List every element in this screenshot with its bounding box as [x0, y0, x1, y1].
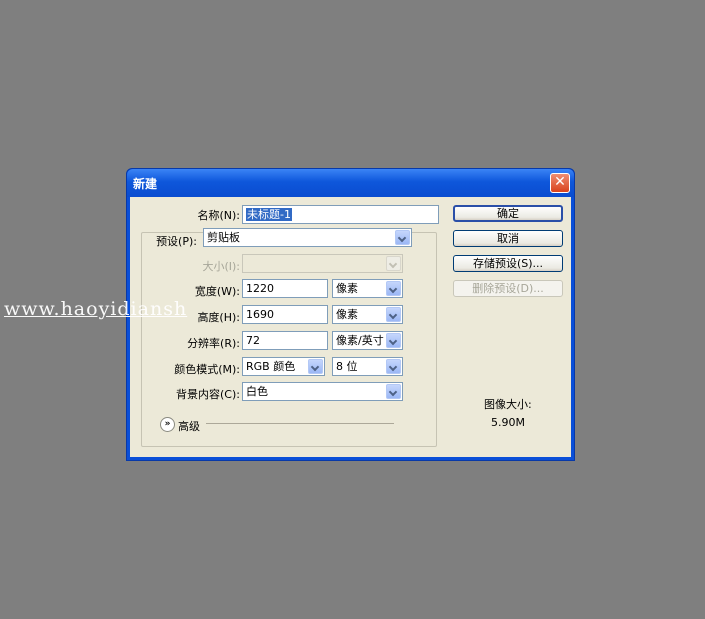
chevron-down-icon: [386, 256, 401, 271]
expand-advanced-icon[interactable]: »: [160, 417, 175, 432]
resolution-input[interactable]: 72: [242, 331, 328, 350]
name-input[interactable]: 未标题-1: [242, 205, 439, 224]
watermark: www.haoyidiansh: [4, 298, 188, 320]
width-unit-select[interactable]: 像素: [332, 279, 403, 298]
new-document-dialog: 新建 ✕ 名称(N): 未标题-1 预设(P): 剪贴板 大小(I): 宽度(W…: [126, 168, 575, 461]
background-value: 白色: [246, 385, 268, 398]
bit-depth-value: 8 位: [336, 360, 358, 373]
image-size-value: 5.90M: [491, 416, 525, 429]
chevron-down-icon: [386, 359, 401, 374]
preset-select[interactable]: 剪贴板: [203, 228, 412, 247]
width-input[interactable]: 1220: [242, 279, 328, 298]
chevron-down-icon: [386, 384, 401, 399]
size-select[interactable]: [242, 254, 403, 273]
height-unit-select[interactable]: 像素: [332, 305, 403, 324]
chevron-down-icon: [386, 333, 401, 348]
advanced-divider: [206, 423, 394, 424]
resolution-unit-select[interactable]: 像素/英寸: [332, 331, 403, 350]
title-bar[interactable]: 新建 ✕: [127, 169, 574, 197]
advanced-label[interactable]: 高级: [178, 418, 200, 434]
resolution-label: 分辨率(R):: [187, 337, 240, 350]
background-label: 背景内容(C):: [176, 388, 240, 401]
ok-button[interactable]: 确定: [453, 205, 563, 222]
save-preset-button[interactable]: 存储预设(S)...: [453, 255, 563, 272]
name-value: 未标题-1: [246, 208, 292, 221]
background-select[interactable]: 白色: [242, 382, 403, 401]
preset-label: 预设(P):: [156, 235, 197, 248]
close-icon[interactable]: ✕: [550, 173, 570, 193]
chevron-down-icon: [395, 230, 410, 245]
preset-value: 剪贴板: [207, 231, 240, 244]
chevron-down-icon: [386, 307, 401, 322]
resolution-unit-value: 像素/英寸: [336, 334, 384, 347]
chevron-down-icon: [386, 281, 401, 296]
size-label: 大小(I):: [202, 260, 240, 273]
color-mode-label: 颜色模式(M):: [174, 363, 240, 376]
width-unit-value: 像素: [336, 282, 358, 295]
height-input[interactable]: 1690: [242, 305, 328, 324]
width-label: 宽度(W):: [194, 285, 240, 298]
cancel-button[interactable]: 取消: [453, 230, 563, 247]
color-mode-value: RGB 颜色: [246, 360, 296, 373]
name-label: 名称(N):: [197, 209, 240, 222]
chevron-down-icon: [308, 359, 323, 374]
bit-depth-select[interactable]: 8 位: [332, 357, 403, 376]
delete-preset-button[interactable]: 删除预设(D)...: [453, 280, 563, 297]
image-size-label: 图像大小:: [484, 398, 532, 411]
dialog-client: 名称(N): 未标题-1 预设(P): 剪贴板 大小(I): 宽度(W): 12…: [130, 197, 571, 457]
height-unit-value: 像素: [336, 308, 358, 321]
color-mode-select[interactable]: RGB 颜色: [242, 357, 325, 376]
dialog-title: 新建: [133, 177, 158, 191]
